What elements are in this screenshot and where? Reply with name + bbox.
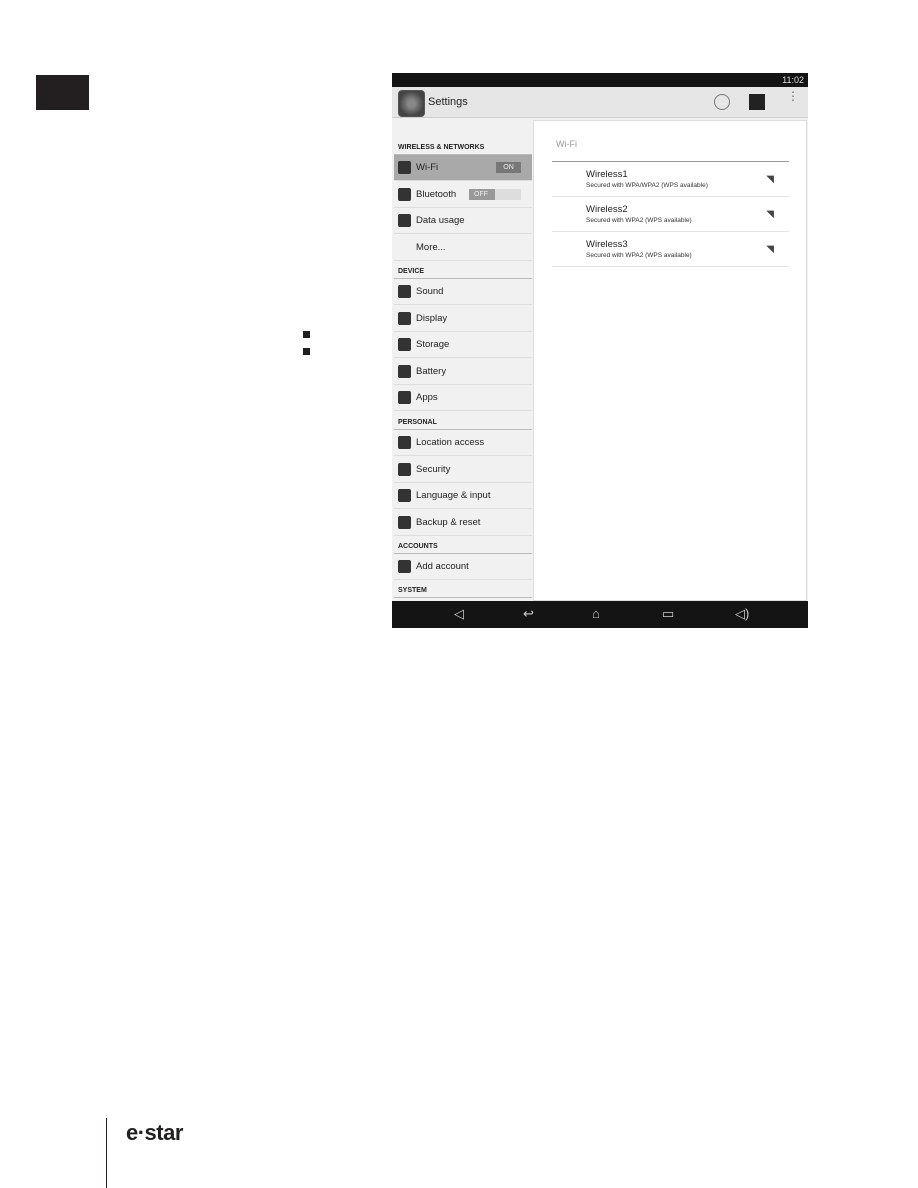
sidebar-item-label: Location access — [416, 437, 485, 448]
tablet-screenshot: 11:02 Settings ⋮ WIRELESS & NETWORKS Wi-F… — [392, 73, 808, 628]
wifi-signal-icon: ◥ — [766, 244, 774, 255]
divider — [394, 597, 532, 598]
setting-icon — [398, 338, 411, 352]
setting-icon — [398, 311, 411, 325]
volume-up-icon[interactable]: ◁) — [735, 606, 749, 622]
wifi-title: Wi-Fi — [556, 139, 577, 149]
sidebar-item[interactable]: Data usage — [394, 208, 532, 235]
setting-icon — [398, 364, 411, 378]
sidebar-item[interactable]: Display — [394, 306, 532, 332]
sidebar-item-label: Battery — [416, 365, 447, 377]
network-name: Wireless3 — [586, 239, 628, 250]
sidebar-item-label: Security — [416, 463, 451, 475]
sidebar-item-label: Bluetooth — [416, 188, 457, 200]
sidebar-item[interactable]: Wi-Fi ON — [394, 155, 532, 181]
toggle-switch[interactable]: OFF — [469, 188, 521, 200]
network-item[interactable]: Wireless2 Secured with WPA2 (WPS availabl… — [552, 197, 789, 232]
setting-icon — [398, 462, 411, 476]
account-icon[interactable] — [749, 94, 765, 110]
sidebar-item-label: Data usage — [416, 215, 465, 227]
overflow-menu-icon[interactable]: ⋮ — [787, 90, 799, 110]
sidebar-item-label: Storage — [416, 339, 450, 351]
setting-icon — [398, 214, 411, 228]
setting-icon — [398, 560, 411, 573]
network-security: Secured with WPA2 (WPS available) — [586, 252, 692, 259]
footer-rule — [106, 1118, 107, 1188]
status-bar: 11:02 — [392, 73, 808, 87]
toggle-switch[interactable]: ON — [496, 162, 521, 173]
wifi-panel: Wi-Fi Wireless1 Secured with WPA/WPA2 (WP… — [533, 120, 807, 601]
sidebar-item[interactable]: Battery — [394, 359, 532, 385]
home-icon[interactable]: ⌂ — [592, 606, 600, 621]
sidebar-item[interactable]: Storage — [394, 332, 532, 359]
sidebar-item[interactable]: Bluetooth OFF — [394, 182, 532, 208]
sidebar-item-label: Language & input — [416, 490, 491, 502]
network-name: Wireless2 — [586, 204, 628, 215]
settings-app-icon[interactable] — [398, 90, 425, 117]
sidebar-item-label: Backup & reset — [416, 516, 481, 528]
network-item[interactable]: Wireless1 Secured with WPA/WPA2 (WPS avai… — [552, 162, 789, 197]
setting-icon — [398, 489, 411, 503]
recents-icon[interactable]: ▭ — [662, 606, 674, 622]
bullet — [303, 331, 310, 338]
section-header: PERSONAL — [398, 419, 437, 426]
app-title: Settings — [428, 96, 468, 108]
sidebar-item[interactable]: Backup & reset — [394, 510, 532, 536]
setting-icon — [398, 515, 411, 529]
volume-down-icon[interactable]: ◁ — [454, 606, 464, 622]
sidebar-item[interactable]: Apps — [394, 385, 532, 412]
settings-list[interactable]: WIRELESS & NETWORKS Wi-Fi ON Bluetooth OFF Da… — [392, 119, 532, 601]
navigation-bar: ◁ ↩ ⌂ ▭ ◁) — [392, 601, 808, 628]
sidebar-item[interactable]: Add account — [394, 554, 532, 580]
sidebar-item-label: Wi-Fi — [416, 162, 439, 173]
setting-icon — [398, 161, 411, 174]
sidebar-item[interactable]: Sound — [394, 279, 532, 305]
action-bar: Settings ⋮ — [392, 87, 808, 118]
clock: 11:02 — [782, 75, 804, 85]
back-icon[interactable]: ↩ — [523, 606, 534, 622]
section-header: ACCOUNTS — [398, 543, 438, 550]
estar-logo: e·star — [126, 1120, 183, 1145]
network-security: Secured with WPA/WPA2 (WPS available) — [586, 182, 708, 189]
section-header: SYSTEM — [398, 587, 427, 594]
sidebar-item[interactable]: Language & input — [394, 483, 532, 510]
setting-icon — [398, 187, 411, 201]
wifi-signal-icon: ◥ — [766, 209, 774, 220]
sidebar-item-label: Apps — [416, 392, 438, 404]
sync-icon[interactable] — [714, 94, 730, 110]
chapter-tab — [36, 75, 89, 110]
bullet — [303, 348, 310, 355]
sidebar-item-label: Add account — [416, 561, 469, 572]
setting-icon — [398, 436, 411, 449]
network-security: Secured with WPA2 (WPS available) — [586, 217, 692, 224]
sidebar-item[interactable]: Location access — [394, 430, 532, 456]
network-name: Wireless1 — [586, 169, 628, 180]
wifi-signal-icon: ◥ — [766, 174, 774, 185]
section-header: DEVICE — [398, 268, 425, 275]
sidebar-item-label: More... — [416, 241, 446, 253]
sidebar-item-label: Sound — [416, 286, 444, 297]
sidebar-item[interactable]: Security — [394, 457, 532, 483]
setting-icon — [398, 391, 411, 405]
sidebar-item[interactable]: More... — [394, 235, 532, 261]
sidebar-item-label: Display — [416, 312, 448, 324]
network-item[interactable]: Wireless3 Secured with WPA2 (WPS availabl… — [552, 232, 789, 267]
setting-icon — [398, 285, 411, 298]
section-header: WIRELESS & NETWORKS — [398, 144, 485, 151]
